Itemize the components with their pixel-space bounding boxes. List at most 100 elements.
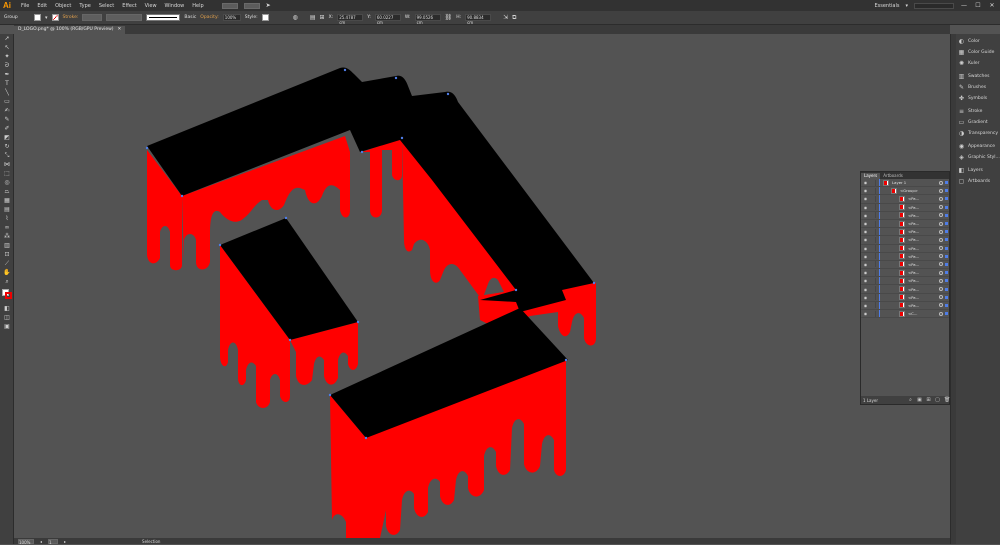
panel-layers[interactable]: ◧ Layers (956, 165, 1000, 176)
target-icon[interactable] (939, 311, 943, 316)
lock-toggle[interactable] (870, 302, 876, 309)
selection-indicator[interactable] (945, 312, 948, 316)
hand-icon[interactable]: ✋ (2, 268, 12, 277)
panel-artboards[interactable]: ▢ Artboards (956, 176, 1000, 187)
menu-window[interactable]: Window (161, 3, 189, 9)
screen-mode-icon[interactable]: ▣ (2, 322, 12, 331)
panel-gradient[interactable]: ▭ Gradient (956, 117, 1000, 128)
path-row[interactable]: ◉ <Pa... (861, 195, 949, 204)
canvas[interactable] (14, 34, 950, 538)
selection-indicator[interactable] (945, 246, 948, 250)
selection-indicator[interactable] (945, 213, 948, 217)
status-mode[interactable]: Selection (142, 539, 160, 544)
type-icon[interactable]: T (2, 79, 12, 88)
width-field[interactable]: 99.0526 cm (414, 14, 441, 25)
stroke-swatch[interactable] (51, 14, 59, 21)
target-icon[interactable] (939, 295, 943, 300)
lock-toggle[interactable] (870, 236, 876, 243)
panel-appearance[interactable]: ◉ Appearance (956, 141, 1000, 152)
lock-toggle[interactable] (870, 310, 876, 317)
panel-graphic-styles[interactable]: ◈ Graphic Styl... (956, 152, 1000, 163)
target-icon[interactable] (939, 221, 943, 226)
magic-wand-icon[interactable]: ✦ (2, 52, 12, 61)
path-row[interactable]: ◉ <Pa... (861, 293, 949, 302)
target-icon[interactable] (939, 237, 943, 242)
lock-toggle[interactable] (870, 195, 876, 202)
zoom-field[interactable]: 100% (18, 538, 34, 545)
document-tab[interactable]: D_LOGO.png* @ 100% (RGB/GPU Preview) ✕ (14, 26, 126, 34)
lock-toggle[interactable] (870, 286, 876, 293)
locate-object-icon[interactable]: ⌕ (908, 397, 913, 403)
x-field[interactable]: 25.4787 cm (337, 14, 364, 25)
lock-toggle[interactable] (870, 269, 876, 276)
bridge-button[interactable] (221, 2, 238, 9)
search-input[interactable] (914, 2, 954, 9)
artboard-icon[interactable]: ⊡ (2, 250, 12, 259)
mesh-icon[interactable]: ▦ (2, 196, 12, 205)
compound-row[interactable]: ◉ <C... (861, 310, 949, 319)
selection-indicator[interactable] (945, 287, 948, 291)
lasso-icon[interactable]: ᘐ (2, 61, 12, 70)
isolate-group-icon[interactable]: ⧉ (512, 14, 516, 22)
chevron-down-icon[interactable]: ▾ (45, 15, 48, 21)
eye-icon[interactable]: ◉ (861, 278, 870, 283)
opacity-field[interactable]: 100% (222, 14, 241, 21)
eye-icon[interactable]: ◉ (861, 229, 870, 234)
height-field[interactable]: 90.8834 cm (465, 14, 492, 25)
target-icon[interactable] (939, 180, 943, 185)
align-icon[interactable]: ▤ (310, 14, 316, 21)
free-transform-icon[interactable]: ⬚ (2, 169, 12, 178)
target-icon[interactable] (939, 229, 943, 234)
zoom-icon[interactable]: ⌕ (2, 277, 12, 286)
blend-icon[interactable]: ∞ (2, 223, 12, 232)
lock-toggle[interactable] (870, 212, 876, 219)
selection-indicator[interactable] (945, 262, 948, 266)
lock-toggle[interactable] (870, 220, 876, 227)
selection-icon[interactable]: ➚ (2, 34, 12, 43)
path-row[interactable]: ◉ <Pa... (861, 211, 949, 220)
send-icon[interactable]: ➤ (266, 2, 271, 9)
delete-layer-icon[interactable]: 🗑 (944, 397, 950, 403)
panel-symbols[interactable]: ✤ Symbols (956, 93, 1000, 104)
eye-icon[interactable]: ◉ (861, 205, 870, 210)
color-mode-icon[interactable]: ◧ (2, 304, 12, 313)
menu-file[interactable]: File (17, 3, 33, 9)
layer-row[interactable]: ◉ Layer 1 (861, 179, 949, 188)
graphic-style-swatch[interactable] (261, 14, 269, 21)
panel-swatches[interactable]: ▥ Swatches (956, 71, 1000, 82)
target-icon[interactable] (939, 213, 943, 218)
panel-stroke[interactable]: ≡ Stroke (956, 106, 1000, 117)
eye-icon[interactable]: ◉ (861, 270, 870, 275)
lock-toggle[interactable] (870, 253, 876, 260)
menu-edit[interactable]: Edit (33, 3, 51, 9)
width-icon[interactable]: ⋈ (2, 160, 12, 169)
lock-toggle[interactable] (870, 204, 876, 211)
artboard-nav-next[interactable]: ▸ (64, 539, 66, 544)
selection-indicator[interactable] (945, 295, 948, 299)
lock-toggle[interactable] (870, 228, 876, 235)
path-row[interactable]: ◉ <Pa... (861, 285, 949, 294)
menu-object[interactable]: Object (51, 3, 75, 9)
path-row[interactable]: ◉ <Pa... (861, 236, 949, 245)
transform-icon[interactable]: ⇲ (503, 14, 508, 21)
target-icon[interactable] (939, 270, 943, 275)
eye-icon[interactable]: ◉ (861, 295, 870, 300)
path-row[interactable]: ◉ <Pa... (861, 219, 949, 229)
artboard-field[interactable]: 1 (48, 538, 59, 545)
selection-indicator[interactable] (945, 197, 948, 201)
selection-indicator[interactable] (945, 303, 948, 307)
path-row[interactable]: ◉ <Pa... (861, 203, 949, 212)
eraser-icon[interactable]: ◩ (2, 133, 12, 142)
lock-toggle[interactable] (870, 179, 876, 186)
workspace-switcher[interactable]: Essentials (874, 3, 899, 9)
clipping-mask-icon[interactable]: ▣ (917, 397, 922, 403)
eye-icon[interactable]: ◉ (861, 311, 870, 316)
line-icon[interactable]: ╲ (2, 88, 12, 97)
lock-toggle[interactable] (870, 294, 876, 301)
perspective-icon[interactable]: ⏢ (2, 187, 12, 196)
scale-icon[interactable]: ⤡ (2, 151, 12, 160)
blob-brush-icon[interactable]: ✐ (2, 124, 12, 133)
eye-icon[interactable]: ◉ (861, 180, 870, 185)
eye-icon[interactable]: ◉ (861, 221, 870, 226)
menu-help[interactable]: Help (188, 3, 207, 9)
